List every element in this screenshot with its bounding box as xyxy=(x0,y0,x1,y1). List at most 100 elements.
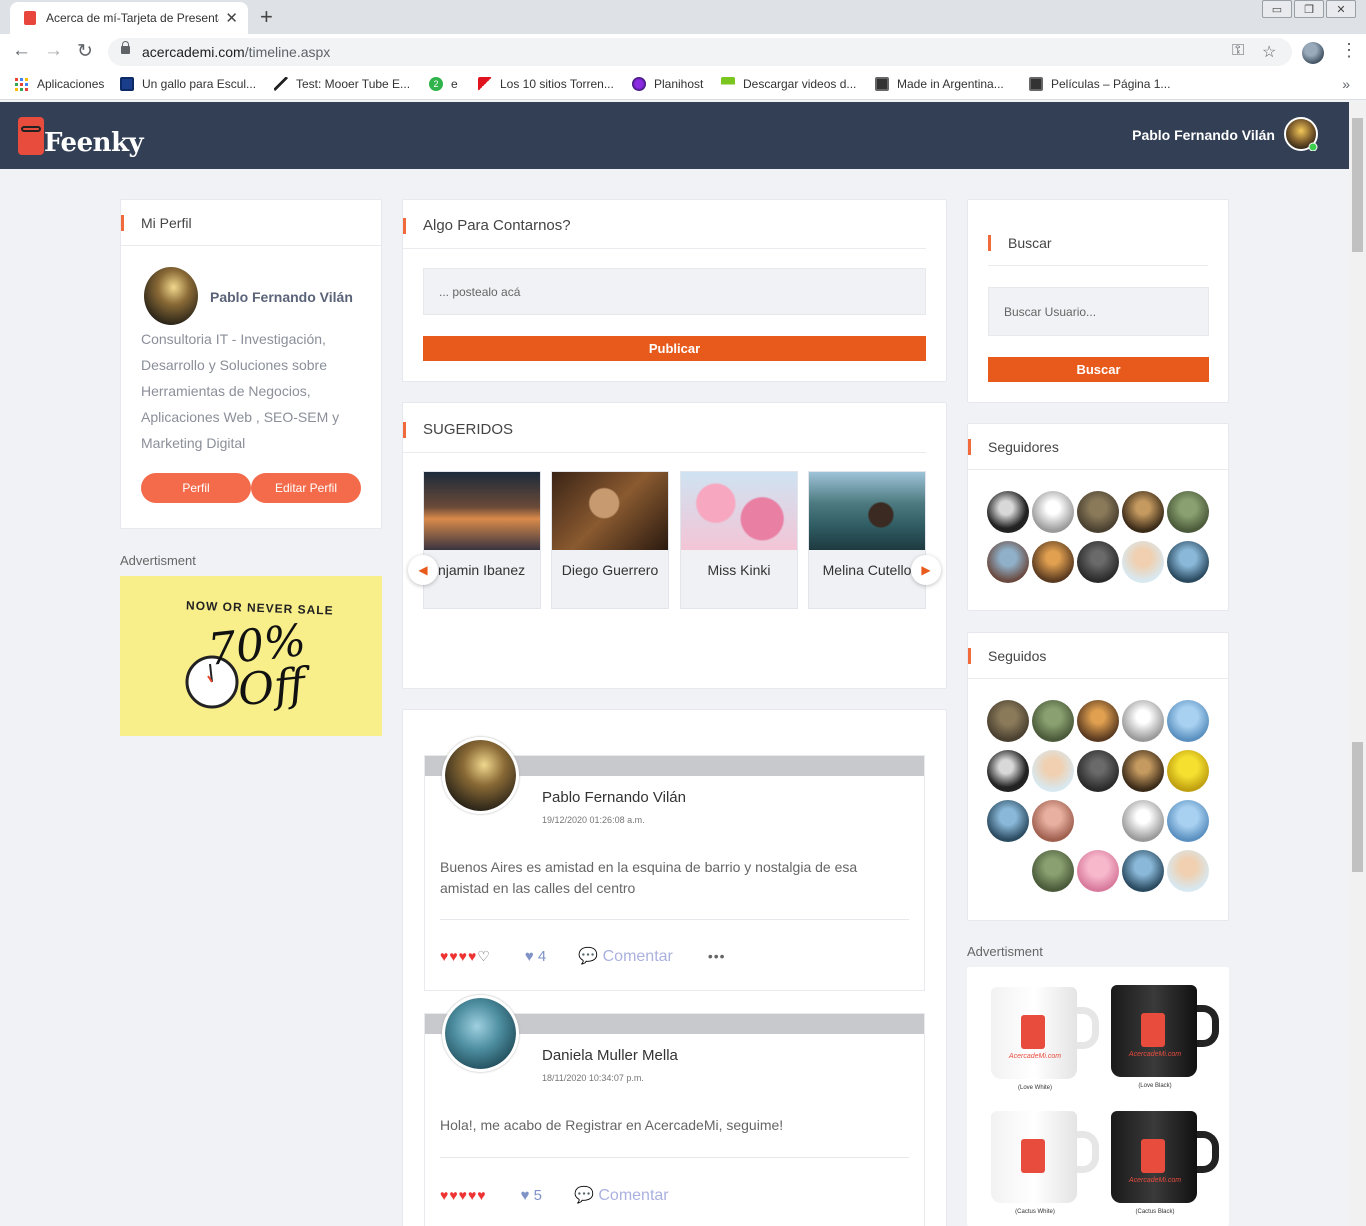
address-bar[interactable]: acercademi.com/timeline.aspx ⚿ ☆ xyxy=(108,38,1292,66)
user-avatar[interactable] xyxy=(1167,750,1209,792)
user-avatar[interactable] xyxy=(1077,800,1119,842)
carousel-prev-button[interactable]: ◀ xyxy=(408,555,438,585)
heart-outline-icon[interactable]: ♡ xyxy=(477,949,490,963)
user-avatar[interactable] xyxy=(1122,491,1164,533)
user-avatar[interactable] xyxy=(1077,700,1119,742)
heart-icon[interactable]: ♥ xyxy=(440,1188,448,1202)
user-avatar[interactable] xyxy=(1032,700,1074,742)
restore-icon[interactable]: ❐ xyxy=(1294,0,1324,18)
suggested-user[interactable]: Miss Kinki xyxy=(680,471,798,609)
bookmark-item[interactable]: Descargar videos d... xyxy=(721,77,856,91)
close-window-icon[interactable]: ✕ xyxy=(1326,0,1356,18)
carousel-next-button[interactable]: ▶ xyxy=(911,555,941,585)
user-avatar[interactable] xyxy=(1032,491,1074,533)
profile-avatar[interactable] xyxy=(143,266,199,326)
profile-button[interactable]: Perfil xyxy=(141,473,251,503)
user-avatar[interactable] xyxy=(1122,800,1164,842)
forward-icon[interactable]: → xyxy=(44,40,63,62)
bookmark-item[interactable]: Planihost xyxy=(632,77,703,91)
user-avatar[interactable] xyxy=(1032,850,1074,892)
user-avatar[interactable] xyxy=(1167,700,1209,742)
minimize-icon[interactable]: ▭ xyxy=(1262,0,1292,18)
heart-icon[interactable]: ♥ xyxy=(440,949,448,963)
user-avatar[interactable] xyxy=(1032,750,1074,792)
bookmark-item[interactable]: Made in Argentina... xyxy=(875,77,1004,91)
user-avatar[interactable] xyxy=(987,541,1029,583)
heart-icon[interactable]: ♥ xyxy=(449,949,457,963)
more-bookmarks-icon[interactable]: » xyxy=(1342,76,1350,92)
suggested-user[interactable]: Diego Guerrero xyxy=(551,471,669,609)
bookmark-apps[interactable]: Aplicaciones xyxy=(15,77,104,91)
mugs-advertisement[interactable]: AcercadeMi.com (Love White) AcercadeMi.c… xyxy=(967,967,1229,1226)
search-button[interactable]: Buscar xyxy=(988,357,1209,382)
publish-button[interactable]: Publicar xyxy=(423,336,926,361)
heart-icon[interactable]: ♥ xyxy=(468,1188,476,1202)
post-input[interactable]: ... postealo acá xyxy=(423,268,926,315)
user-avatar[interactable] xyxy=(987,700,1029,742)
site-logo[interactable]: Feenky xyxy=(18,114,144,158)
scrollbar-thumb[interactable] xyxy=(1352,118,1363,252)
user-avatar[interactable] xyxy=(1122,850,1164,892)
suggested-user[interactable]: Benjamin Ibanez xyxy=(423,471,541,609)
post-author[interactable]: Daniela Muller Mella xyxy=(542,1047,678,1064)
like-count[interactable]: ♥ 5 xyxy=(521,1187,542,1204)
new-tab-icon[interactable]: + xyxy=(260,4,273,30)
comment-button[interactable]: 💬 Comentar xyxy=(578,946,673,966)
user-avatar[interactable] xyxy=(987,491,1029,533)
reload-icon[interactable]: ↻ xyxy=(77,40,93,63)
post-rating[interactable]: ♥ ♥ ♥ ♥ ♥ xyxy=(440,1188,486,1202)
user-avatar[interactable] xyxy=(1167,800,1209,842)
browser-profile-avatar[interactable] xyxy=(1302,42,1324,64)
user-avatar[interactable] xyxy=(1167,491,1209,533)
profile-name[interactable]: Pablo Fernando Vilán xyxy=(210,289,353,305)
user-avatar[interactable] xyxy=(1077,541,1119,583)
user-avatar[interactable] xyxy=(1077,750,1119,792)
bookmark-item[interactable]: Un gallo para Escul... xyxy=(120,77,256,91)
bookmark-item[interactable]: Los 10 sitios Torren... xyxy=(478,77,614,91)
header-avatar[interactable] xyxy=(1284,117,1318,152)
bookmark-item[interactable]: Test: Mooer Tube E... xyxy=(274,77,410,91)
key-icon[interactable]: ⚿ xyxy=(1232,42,1244,60)
user-avatar[interactable] xyxy=(1077,850,1119,892)
edit-profile-button[interactable]: Editar Perfil xyxy=(251,473,361,503)
user-avatar[interactable] xyxy=(1032,800,1074,842)
user-avatar[interactable] xyxy=(987,800,1029,842)
header-user-name[interactable]: Pablo Fernando Vilán xyxy=(1132,127,1275,143)
right-ad-label: Advertisment xyxy=(967,944,1043,959)
scrollbar-thumb[interactable] xyxy=(1352,742,1363,872)
user-avatar[interactable] xyxy=(1167,541,1209,583)
user-avatar[interactable] xyxy=(1077,491,1119,533)
user-avatar[interactable] xyxy=(1122,750,1164,792)
user-avatar[interactable] xyxy=(1122,700,1164,742)
user-avatar[interactable] xyxy=(987,750,1029,792)
bookmark-item[interactable]: Películas – Página 1... xyxy=(1029,77,1170,91)
close-tab-icon[interactable]: ✕ xyxy=(225,9,238,27)
browser-menu-icon[interactable]: ⋮ xyxy=(1340,40,1358,61)
star-bookmark-icon[interactable]: ☆ xyxy=(1262,42,1276,62)
heart-icon[interactable]: ♥ xyxy=(459,1188,467,1202)
post-author-avatar[interactable] xyxy=(442,995,519,1072)
heart-icon[interactable]: ♥ xyxy=(468,949,476,963)
user-avatar[interactable] xyxy=(987,850,1029,892)
post-author[interactable]: Pablo Fernando Vilán xyxy=(542,789,686,806)
like-count[interactable]: ♥ 4 xyxy=(525,948,546,965)
browser-tabstrip: Acerca de mí-Tarjeta de Presenta ✕ + ▭ ❐… xyxy=(0,0,1366,34)
bookmark-item[interactable]: 2 e xyxy=(429,77,458,91)
post-rating[interactable]: ♥ ♥ ♥ ♥ ♡ xyxy=(440,949,490,963)
user-avatar[interactable] xyxy=(1032,541,1074,583)
heart-icon[interactable]: ♥ xyxy=(449,1188,457,1202)
page-scrollbar[interactable] xyxy=(1349,102,1366,1226)
search-user-input[interactable]: Buscar Usuario... xyxy=(988,287,1209,336)
heart-icon[interactable]: ♥ xyxy=(477,1188,485,1202)
back-icon[interactable]: ← xyxy=(12,40,31,62)
heart-icon[interactable]: ♥ xyxy=(459,949,467,963)
browser-tab[interactable]: Acerca de mí-Tarjeta de Presenta ✕ xyxy=(10,2,248,34)
suggested-user[interactable]: Melina Cutello xyxy=(808,471,926,609)
bookmark-label: Made in Argentina... xyxy=(897,77,1004,91)
sale-advertisement[interactable]: NOW OR NEVER SALE 70% Off xyxy=(120,576,382,736)
user-avatar[interactable] xyxy=(1167,850,1209,892)
user-avatar[interactable] xyxy=(1122,541,1164,583)
more-options-icon[interactable]: ••• xyxy=(708,948,726,964)
comment-button[interactable]: 💬 Comentar xyxy=(574,1185,669,1205)
post-author-avatar[interactable] xyxy=(442,737,519,814)
